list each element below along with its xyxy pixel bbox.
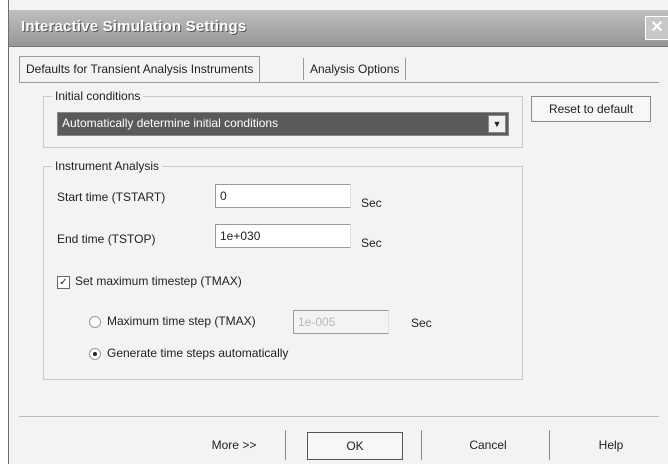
button-divider <box>549 430 550 460</box>
max-time-step-radio[interactable] <box>89 316 101 328</box>
initial-conditions-value: Automatically determine initial conditio… <box>62 116 279 130</box>
more-button[interactable]: More >> <box>189 432 279 458</box>
set-max-timestep-label: Set maximum timestep (TMAX) <box>75 274 242 288</box>
button-divider <box>285 430 286 460</box>
chevron-down-icon[interactable]: ▼ <box>488 115 506 133</box>
footer-divider <box>19 416 659 417</box>
max-time-step-input[interactable]: 1e-005 <box>293 310 389 334</box>
initial-conditions-label: Initial conditions <box>52 89 144 103</box>
start-time-label: Start time (TSTART) <box>57 190 166 204</box>
dialog-window: Interactive Simulation Settings ✕ Defaul… <box>8 0 668 464</box>
initial-conditions-select[interactable]: Automatically determine initial conditio… <box>57 112 509 136</box>
cancel-button[interactable]: Cancel <box>443 432 533 458</box>
tab-analysis-options[interactable]: Analysis Options <box>303 58 407 80</box>
end-time-label: End time (TSTOP) <box>57 232 156 246</box>
title-bar[interactable]: Interactive Simulation Settings ✕ <box>9 10 668 47</box>
max-time-step-label: Maximum time step (TMAX) <box>107 314 256 328</box>
close-icon[interactable]: ✕ <box>645 16 668 40</box>
max-time-step-unit: Sec <box>411 316 432 330</box>
start-time-input[interactable]: 0 <box>215 184 351 208</box>
button-divider <box>421 430 422 460</box>
auto-time-steps-radio[interactable] <box>89 348 101 360</box>
tab-transient-defaults[interactable]: Defaults for Transient Analysis Instrume… <box>19 56 261 83</box>
ok-button[interactable]: OK <box>307 432 403 460</box>
auto-time-steps-label: Generate time steps automatically <box>107 346 289 360</box>
end-time-unit: Sec <box>361 236 382 250</box>
reset-to-default-button[interactable]: Reset to default <box>531 96 651 122</box>
help-button[interactable]: Help <box>571 432 651 458</box>
end-time-input[interactable]: 1e+030 <box>215 224 351 248</box>
instrument-analysis-label: Instrument Analysis <box>52 159 163 173</box>
start-time-unit: Sec <box>361 196 382 210</box>
set-max-timestep-checkbox[interactable]: ✓ <box>57 276 70 289</box>
dialog-title: Interactive Simulation Settings <box>21 18 247 35</box>
